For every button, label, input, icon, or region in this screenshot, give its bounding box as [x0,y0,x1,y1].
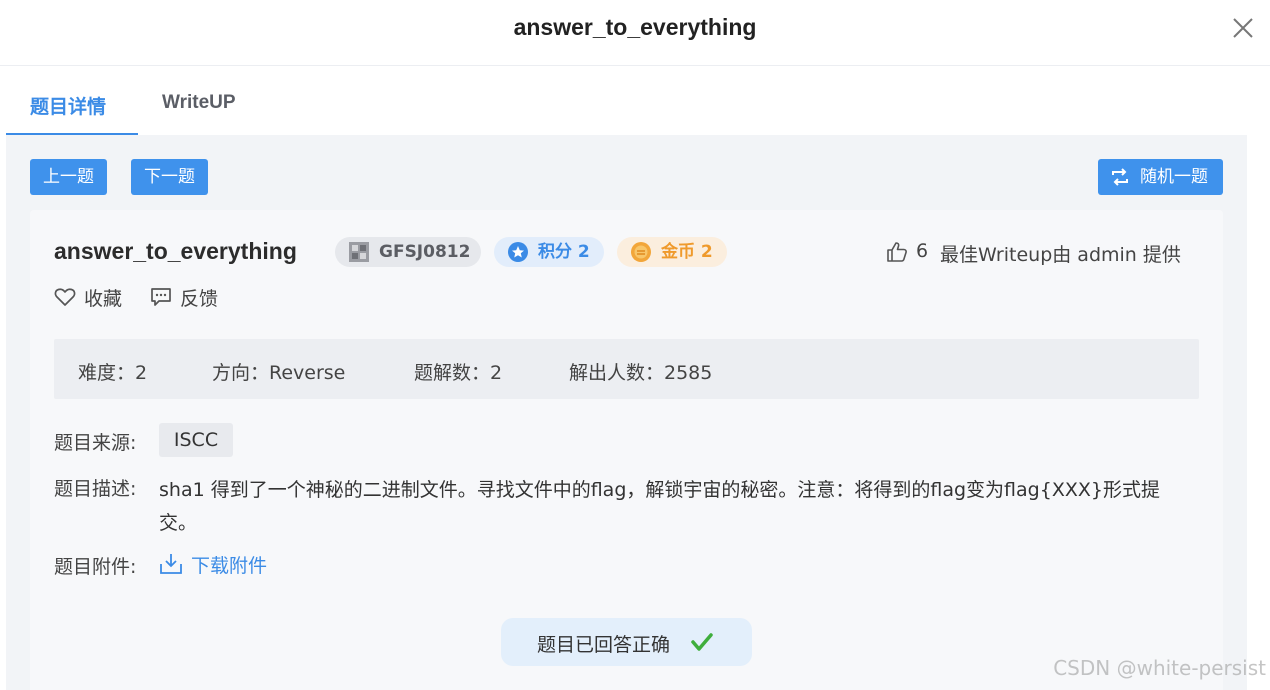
tab-details[interactable]: 题目详情 [30,92,106,119]
challenge-id: GFSJ0812 [379,242,471,262]
answered-status-text: 题目已回答正确 [537,634,671,656]
challenge-panel: 上一题 下一题 随机一题 answer_to_everything GFSJ08… [6,135,1247,690]
direction-stat: 方向：Reverse [212,362,346,384]
challenge-card: answer_to_everything GFSJ0812 积分 2 金币 2 … [30,210,1223,690]
random-challenge-button[interactable]: 随机一题 [1098,159,1223,195]
source-label: 题目来源: [54,432,137,454]
difficulty-stat: 难度：2 [78,362,148,384]
prev-challenge-button[interactable]: 上一题 [30,159,107,195]
coin-value: 金币 2 [661,242,713,262]
challenge-title: answer_to_everything [54,238,297,264]
random-challenge-label: 随机一题 [1140,167,1208,187]
score-value: 积分 2 [538,242,590,262]
challenge-description: sha1 得到了一个神秘的二进制文件。寻找文件中的flag，解锁宇宙的秘密。注意… [159,479,1160,534]
download-icon [160,554,182,574]
attachment-label: 题目附件: [54,556,137,578]
challenge-id-badge: GFSJ0812 [335,237,481,267]
description-label: 题目描述: [54,478,137,500]
heart-icon [54,288,76,306]
score-badge: 积分 2 [494,237,604,267]
dialog-header: answer_to_everything [0,0,1270,66]
favorite-button[interactable]: 收藏 [54,284,134,310]
tab-bar: 题目详情 WriteUP [6,66,1270,136]
coin-badge: 金币 2 [617,237,727,267]
checkmark-icon [691,633,713,651]
challenge-stats: 难度：2 方向：Reverse 题解数：2 解出人数：2585 [54,339,1199,399]
next-challenge-button[interactable]: 下一题 [131,159,208,195]
watermark: CSDN @white-persist [1053,656,1266,680]
coin-icon [631,242,651,262]
best-writeup-credit: 最佳Writeup由 admin 提供 [940,244,1181,266]
favorite-label: 收藏 [84,288,123,310]
source-tag: ISCC [159,423,233,457]
close-icon[interactable] [1232,17,1254,39]
tab-writeup[interactable]: WriteUP [162,92,236,114]
feedback-button[interactable]: 反馈 [150,284,230,310]
score-icon [508,242,528,262]
dialog-title: answer_to_everything [513,14,757,40]
comment-icon [151,288,171,306]
challenge-avatar-icon [349,242,369,262]
solves-stat: 题解数：2 [414,362,503,384]
thumbs-up-icon [887,242,907,262]
answered-status: 题目已回答正确 [501,618,752,666]
feedback-label: 反馈 [180,288,219,310]
solvers-stat: 解出人数：2585 [569,362,713,384]
download-attachment-label: 下载附件 [191,555,268,577]
like-count: 6 [916,240,929,262]
shuffle-icon [1112,168,1128,186]
